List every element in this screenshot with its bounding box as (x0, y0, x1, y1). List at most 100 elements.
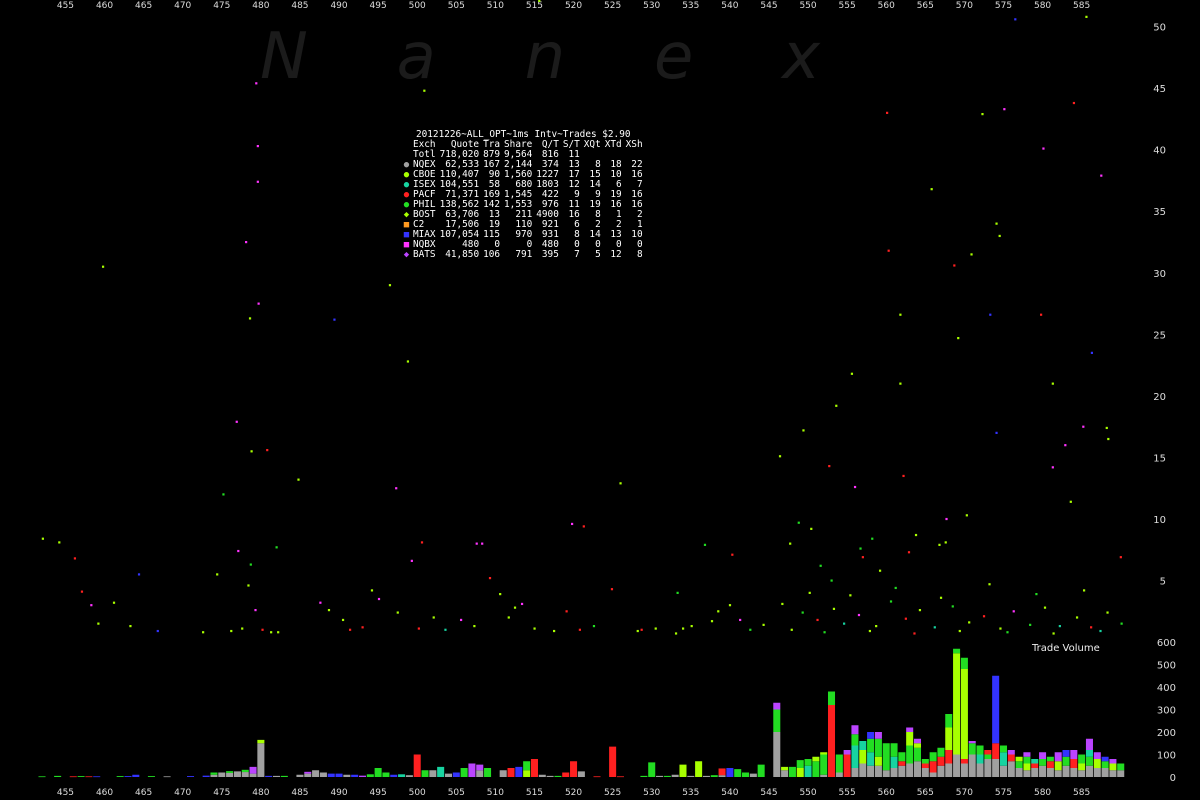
trade-point (275, 546, 278, 549)
trade-point (1014, 18, 1017, 21)
trade-point (58, 541, 61, 544)
x-tick-label-top: 575 (995, 1, 1012, 11)
volume-bar-segment (1046, 756, 1054, 762)
volume-bar-segment (781, 766, 789, 771)
volume-bar-segment (921, 768, 929, 777)
volume-bar-segment (671, 774, 679, 777)
trade-point (853, 485, 857, 489)
trade-point (348, 628, 352, 631)
x-tick-label-bottom: 580 (1034, 788, 1051, 798)
volume-bar-segment (913, 738, 922, 744)
trade-point (73, 557, 77, 560)
volume-bar-segment (187, 776, 195, 777)
stats-marker-cell: ● (402, 170, 411, 180)
volume-bar-segment (312, 770, 320, 777)
trade-point (918, 609, 922, 612)
volume-bar-segment (679, 764, 687, 777)
trade-point (216, 573, 219, 576)
volume-bar-segment (968, 741, 976, 744)
trade-point (156, 629, 159, 633)
x-tick-label-bottom: 465 (135, 788, 152, 798)
trade-point (101, 265, 105, 268)
stats-column-header: XQt (583, 139, 601, 150)
trade-point (968, 621, 971, 624)
volume-bar-segment (210, 772, 218, 775)
trade-point (676, 591, 679, 594)
x-tick-label-top: 540 (721, 1, 738, 11)
volume-bar-segment (1085, 738, 1093, 750)
volume-bar-segment (874, 765, 882, 777)
trade-point (674, 632, 678, 635)
trade-point (636, 629, 639, 633)
trade-point (1006, 631, 1009, 634)
price-tick-label: 45 (1153, 84, 1166, 95)
trade-point (488, 577, 492, 580)
volume-tick-label: 0 (1170, 773, 1176, 784)
volume-bar-segment (226, 771, 234, 773)
trade-point (953, 264, 956, 267)
trade-point (789, 542, 792, 545)
trade-point (1042, 147, 1045, 150)
trade-point (999, 627, 1002, 630)
volume-bar-segment (1046, 768, 1054, 777)
volume-bar-segment (1007, 761, 1015, 777)
stats-marker-cell: ● (402, 200, 411, 210)
volume-bar-segment (202, 775, 210, 777)
volume-bar-segment (398, 774, 406, 777)
trade-point (1069, 500, 1072, 503)
volume-bar-segment (890, 768, 898, 777)
trade-point (432, 616, 435, 619)
volume-bar-segment (976, 754, 984, 764)
trade-point (388, 284, 392, 287)
trade-point (1052, 632, 1055, 635)
price-tick-label: 50 (1153, 23, 1166, 34)
volume-tick-label: 400 (1157, 683, 1176, 694)
legend-marker-icon: ■ (403, 230, 410, 240)
x-tick-label-bottom: 470 (174, 788, 191, 798)
trade-point (998, 234, 1001, 238)
volume-bar-segment (867, 738, 875, 753)
price-tick-label: 30 (1153, 269, 1166, 280)
stats-cell: 106 (483, 249, 501, 260)
trade-point (202, 631, 205, 634)
trade-point (868, 629, 872, 633)
volume-bar-segment (343, 774, 351, 777)
volume-bar-segment (796, 760, 804, 768)
trade-point (778, 455, 782, 458)
volume-bar-segment (577, 771, 585, 777)
x-tick-label-top: 455 (57, 1, 74, 11)
trade-point (902, 474, 905, 478)
trade-point (1043, 606, 1047, 609)
volume-bar-segment (530, 759, 538, 777)
volume-bar-segment (609, 746, 617, 777)
trade-point (1051, 382, 1054, 385)
volume-bar-segment (507, 768, 515, 777)
volume-bar-segment (304, 771, 312, 774)
volume-bar-segment (734, 769, 742, 777)
volume-bar-segment (937, 765, 945, 777)
volume-bar-segment (390, 774, 398, 777)
trade-point (245, 241, 248, 244)
volume-bar-segment (906, 727, 914, 732)
trade-point (886, 111, 889, 114)
volume-bar-segment (257, 739, 265, 744)
volume-bar-segment (827, 691, 836, 705)
trade-point (475, 542, 478, 545)
volume-bar-segment (1039, 752, 1047, 759)
volume-bar-segment (859, 741, 867, 750)
volume-bar-segment (77, 776, 85, 777)
exchange-stats-panel: 20121226~ALL_OPT~1ms Intv~Trades $2.90 E… (402, 130, 643, 261)
x-tick-label-top: 475 (213, 1, 230, 11)
x-tick-label-top: 545 (760, 1, 777, 11)
x-tick-label-bottom: 480 (252, 788, 269, 798)
volume-bar-segment (468, 763, 476, 777)
top-x-axis: 455 460 465 470 475 480 485 490 495 500 505 510 515 5… (57, 1, 1090, 11)
price-tick-label: 25 (1153, 330, 1166, 341)
volume-bar-segment (265, 775, 273, 777)
trade-point (1120, 622, 1123, 625)
volume-bar-segment (984, 750, 992, 755)
volume-bar-segment (827, 705, 836, 777)
legend-marker-icon: ● (403, 160, 410, 170)
x-tick-label-top: 550 (799, 1, 816, 11)
trade-point (995, 431, 998, 434)
